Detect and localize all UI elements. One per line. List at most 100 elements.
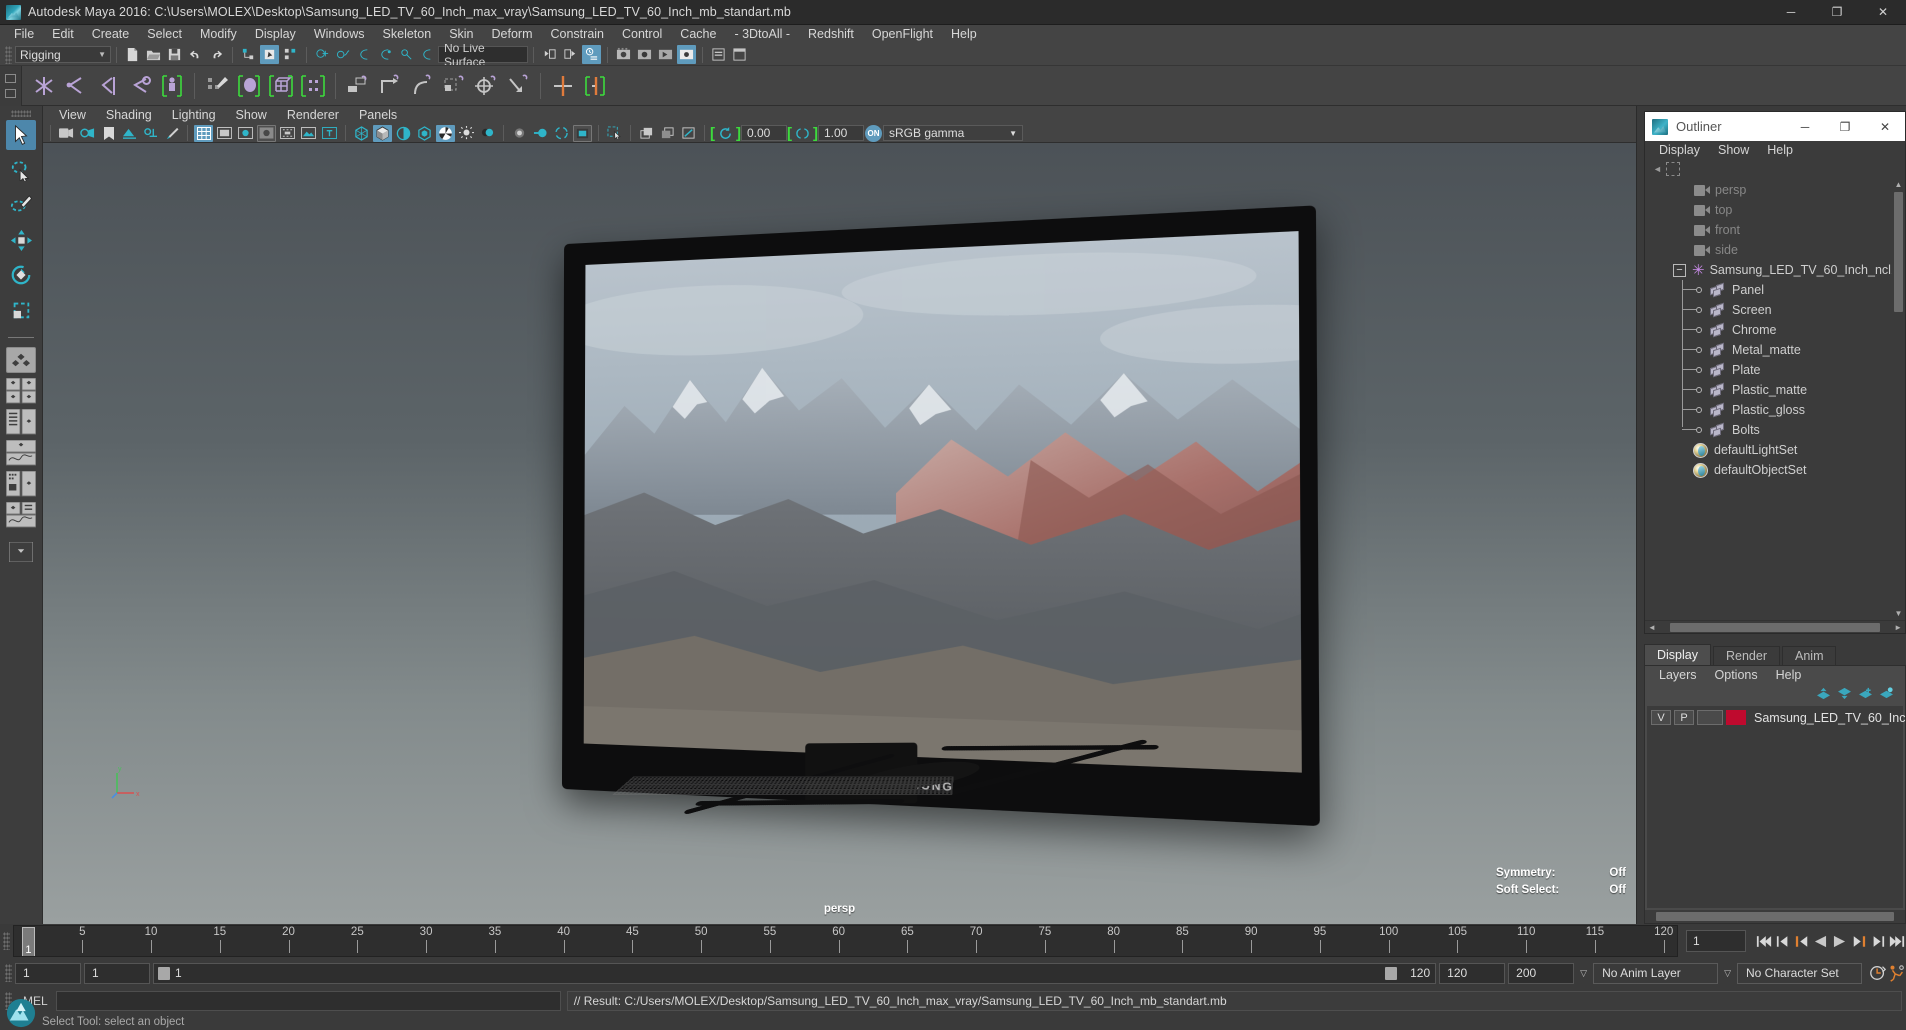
- xray-icon[interactable]: [637, 125, 656, 142]
- step-back-frame-icon[interactable]: [1792, 929, 1811, 953]
- bookmark-icon[interactable]: [99, 125, 118, 142]
- outliner-vscroll-thumb[interactable]: [1894, 192, 1903, 312]
- outliner-root-node-icon[interactable]: [1665, 161, 1680, 176]
- layer-color-swatch[interactable]: [1726, 710, 1746, 725]
- animation-preferences-icon[interactable]: [1868, 961, 1887, 985]
- menu-skin[interactable]: Skin: [440, 25, 482, 44]
- animation-playback-settings-icon[interactable]: [1887, 961, 1906, 985]
- outliner-item-group[interactable]: − ✳ Samsung_LED_TV_60_Inch_ncl1_1: [1645, 260, 1905, 280]
- menu-file[interactable]: File: [5, 25, 43, 44]
- timeline-playhead[interactable]: 1: [22, 927, 36, 956]
- menu-openflight[interactable]: OpenFlight: [863, 25, 942, 44]
- screen-space-ao-icon[interactable]: [573, 124, 592, 142]
- step-forward-keyframe-icon[interactable]: [1868, 929, 1887, 953]
- tab-anim[interactable]: Anim: [1782, 646, 1837, 665]
- redo-icon[interactable]: [207, 45, 226, 64]
- shaded-wireframe-icon[interactable]: [394, 125, 413, 142]
- snap-view-plane-icon[interactable]: [397, 45, 416, 64]
- outliner-maximize-icon[interactable]: ❐: [1825, 112, 1865, 141]
- viewport-menu-shading[interactable]: Shading: [96, 106, 162, 124]
- gate-mask-icon[interactable]: [257, 124, 276, 142]
- construction-history-icon[interactable]: [582, 45, 601, 64]
- outliner-horizontal-scrollbar[interactable]: ◄ ►: [1645, 620, 1905, 633]
- color-management-toggle-icon[interactable]: ON: [865, 124, 882, 142]
- menu-modify[interactable]: Modify: [191, 25, 246, 44]
- outliner-menu-help[interactable]: Help: [1758, 141, 1802, 159]
- menu-constrain[interactable]: Constrain: [542, 25, 614, 44]
- color-profile-selector[interactable]: sRGB gamma ▼: [883, 125, 1023, 141]
- outliner-item-bolts[interactable]: Bolts: [1645, 420, 1905, 440]
- layer-display-type-toggle[interactable]: [1697, 710, 1723, 725]
- undo-icon[interactable]: [186, 45, 205, 64]
- scroll-down-icon[interactable]: ▼: [1892, 609, 1905, 618]
- go-to-end-icon[interactable]: [1887, 929, 1906, 953]
- light-toggle-icon[interactable]: [457, 125, 476, 142]
- make-live-icon[interactable]: [418, 45, 437, 64]
- outliner-item-persp[interactable]: persp: [1645, 180, 1905, 200]
- range-slider-grip[interactable]: [5, 964, 12, 982]
- menuset-selector[interactable]: Rigging ▼: [15, 46, 111, 63]
- render-current-frame-icon[interactable]: [635, 45, 654, 64]
- layer-name[interactable]: Samsung_LED_TV_60_Inch: [1754, 711, 1906, 725]
- shelf-cluster-icon[interactable]: [298, 70, 328, 102]
- shelf-joint-tool-icon[interactable]: [29, 70, 59, 102]
- scroll-right-icon[interactable]: ►: [1891, 623, 1905, 632]
- four-view-layout-icon[interactable]: [6, 378, 36, 404]
- text-overlay-icon[interactable]: [320, 125, 339, 142]
- scale-tool-icon[interactable]: [6, 295, 36, 325]
- persp-graph-layout-icon[interactable]: [6, 440, 36, 466]
- snap-grid-icon[interactable]: [313, 45, 332, 64]
- character-set-dropdown-arrow-icon[interactable]: ▽: [1718, 968, 1737, 979]
- toolbox-grip[interactable]: [11, 110, 31, 117]
- go-to-start-icon[interactable]: [1754, 929, 1773, 953]
- time-slider-grip[interactable]: [3, 932, 10, 950]
- shelf-aim-constraint-icon[interactable]: [471, 70, 501, 102]
- lasso-tool-icon[interactable]: [6, 155, 36, 185]
- object-select-mode-icon[interactable]: [260, 45, 279, 64]
- shelf-lattice-icon[interactable]: [266, 70, 296, 102]
- menu-skeleton[interactable]: Skeleton: [374, 25, 441, 44]
- statusbar-grip[interactable]: [5, 45, 12, 64]
- viewport-menu-panels[interactable]: Panels: [349, 106, 407, 124]
- time-slider[interactable]: 5 10 15 20 25 30 35 40 45 50 55 60 65 70 75 80 85 90 95 100…: [13, 925, 1678, 957]
- snap-curve-icon[interactable]: [334, 45, 353, 64]
- wireframe-shading-icon[interactable]: [352, 125, 371, 142]
- exposure-field[interactable]: 0.00: [741, 125, 787, 141]
- rotate-tool-icon[interactable]: [6, 260, 36, 290]
- outliner-close-icon[interactable]: ✕: [1865, 112, 1905, 141]
- outliner-item-front[interactable]: front: [1645, 220, 1905, 240]
- shelf-ik-handle-icon[interactable]: [61, 70, 91, 102]
- grid-toggle-icon[interactable]: [194, 124, 213, 142]
- minimize-icon[interactable]: ─: [1768, 0, 1814, 25]
- outliner-persp-layout-icon[interactable]: [6, 409, 36, 435]
- collapse-expander-icon[interactable]: −: [1673, 263, 1686, 277]
- outliner-menu-display[interactable]: Display: [1650, 141, 1709, 159]
- hypershade-layout-icon[interactable]: [6, 471, 36, 497]
- perspective-viewport[interactable]: SAMSUNG persp: [43, 143, 1636, 924]
- layer-hscroll-thumb[interactable]: [1656, 912, 1894, 921]
- range-start-field[interactable]: 1: [15, 962, 81, 984]
- layer-list[interactable]: V P Samsung_LED_TV_60_Inch: [1647, 706, 1906, 908]
- hierarchy-select-mode-icon[interactable]: [239, 45, 258, 64]
- film-gate-display-icon[interactable]: [278, 125, 297, 142]
- attribute-editor-toggle-icon[interactable]: [709, 45, 728, 64]
- outliner-item-plastic-gloss[interactable]: Plastic_gloss: [1645, 400, 1905, 420]
- command-response-output[interactable]: // Result: C:/Users/MOLEX/Desktop/Samsun…: [566, 990, 1902, 1011]
- character-set-selector[interactable]: No Character Set: [1737, 962, 1862, 984]
- single-perspective-layout-icon[interactable]: [6, 347, 36, 373]
- scroll-up-icon[interactable]: ▲: [1892, 180, 1905, 189]
- input-connections-icon[interactable]: [540, 45, 559, 64]
- menu-3dtoall[interactable]: - 3DtoAll -: [725, 25, 799, 44]
- save-scene-icon[interactable]: [165, 45, 184, 64]
- select-tool-icon[interactable]: [6, 120, 36, 150]
- outliner-minimize-icon[interactable]: ─: [1785, 112, 1825, 141]
- viewport-menu-renderer[interactable]: Renderer: [277, 106, 349, 124]
- menu-display[interactable]: Display: [246, 25, 305, 44]
- image-plane-display-icon[interactable]: [299, 125, 318, 142]
- move-layer-down-icon[interactable]: [1834, 685, 1855, 702]
- two-d-pan-zoom-icon[interactable]: [141, 125, 160, 142]
- shelf-smooth-bind-icon[interactable]: [234, 70, 264, 102]
- move-layer-up-icon[interactable]: [1813, 685, 1834, 702]
- playback-end-field[interactable]: 200: [1508, 962, 1575, 984]
- shelf-insert-joint-icon[interactable]: [125, 70, 155, 102]
